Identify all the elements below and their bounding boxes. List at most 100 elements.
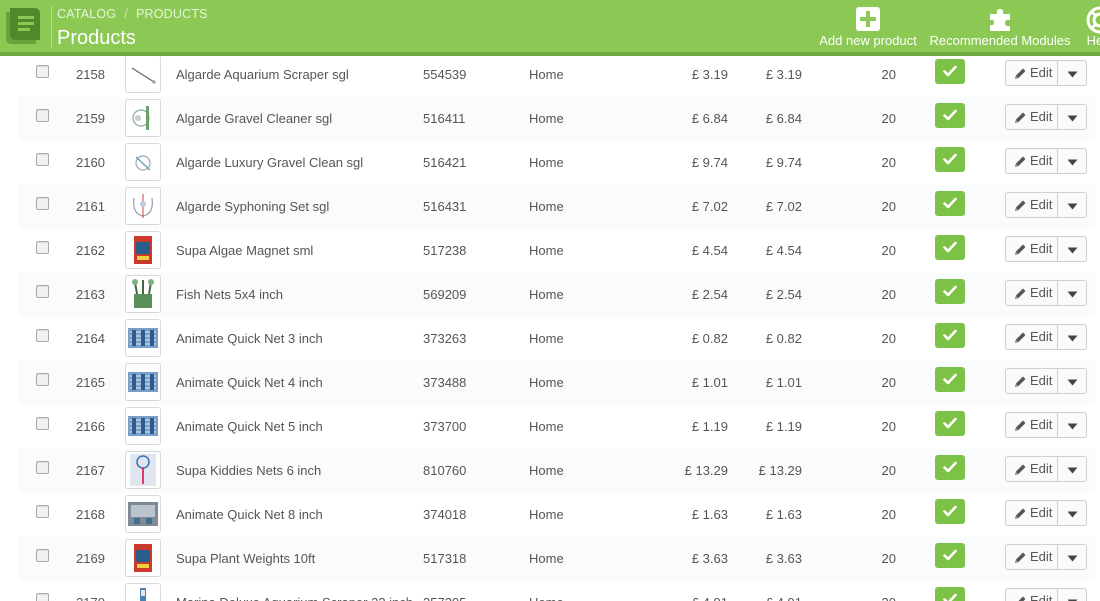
row-select-checkbox[interactable]: [36, 197, 49, 210]
status-enabled-toggle[interactable]: [935, 103, 965, 128]
edit-button[interactable]: Edit: [1005, 60, 1058, 86]
product-final-price: £ 1.01: [765, 375, 802, 390]
edit-button[interactable]: Edit: [1005, 280, 1058, 306]
product-category: Home: [529, 375, 564, 390]
row-select-checkbox[interactable]: [36, 241, 49, 254]
status-enabled-toggle[interactable]: [935, 587, 965, 601]
edit-button[interactable]: Edit: [1005, 588, 1058, 601]
status-enabled-toggle[interactable]: [935, 367, 965, 392]
row-actions-dropdown-button[interactable]: [1057, 324, 1087, 350]
product-base-price: £ 13.29: [684, 463, 728, 478]
status-enabled-toggle[interactable]: [935, 323, 965, 348]
row-select-checkbox[interactable]: [36, 505, 49, 518]
add-new-product-label: Add new product: [819, 33, 917, 48]
caret-down-icon: [1067, 159, 1078, 166]
status-enabled-toggle[interactable]: [935, 235, 965, 260]
caret-down-icon: [1067, 379, 1078, 386]
row-select-checkbox[interactable]: [36, 373, 49, 386]
recommended-modules-button[interactable]: Recommended Modules: [928, 4, 1072, 50]
product-thumbnail: [125, 231, 161, 269]
product-category: Home: [529, 551, 564, 566]
edit-button[interactable]: Edit: [1005, 368, 1058, 394]
page-title: Products: [57, 27, 136, 49]
check-icon: [943, 65, 957, 77]
row-actions-dropdown-button[interactable]: [1057, 148, 1087, 174]
row-actions-dropdown-button[interactable]: [1057, 588, 1087, 601]
row-select-checkbox[interactable]: [36, 549, 49, 562]
breadcrumb-products[interactable]: PRODUCTS: [136, 7, 208, 21]
product-thumbnail: [125, 319, 161, 357]
status-enabled-toggle[interactable]: [935, 543, 965, 568]
row-actions-dropdown-button[interactable]: [1057, 104, 1087, 130]
edit-button[interactable]: Edit: [1005, 412, 1058, 438]
status-enabled-toggle[interactable]: [935, 279, 965, 304]
edit-label: Edit: [1030, 373, 1053, 388]
table-row: 2165 Animate Quick Net 4 inch 373488 Hom…: [18, 361, 1095, 406]
edit-button[interactable]: Edit: [1005, 148, 1058, 174]
edit-button[interactable]: Edit: [1005, 236, 1058, 262]
row-actions-dropdown-button[interactable]: [1057, 368, 1087, 394]
status-enabled-toggle[interactable]: [935, 411, 965, 436]
row-select-checkbox[interactable]: [36, 329, 49, 342]
edit-button[interactable]: Edit: [1005, 324, 1058, 350]
status-enabled-toggle[interactable]: [935, 455, 965, 480]
product-quantity: 20: [881, 199, 896, 214]
status-enabled-toggle[interactable]: [935, 59, 965, 84]
product-id: 2166: [76, 419, 105, 434]
row-select-checkbox[interactable]: [36, 109, 49, 122]
row-actions-dropdown-button[interactable]: [1057, 60, 1087, 86]
product-reference: 810760: [423, 463, 467, 478]
breadcrumb-separator: /: [124, 7, 128, 21]
row-actions-dropdown-button[interactable]: [1057, 236, 1087, 262]
breadcrumb-catalog[interactable]: CATALOG: [57, 7, 116, 21]
row-select-checkbox[interactable]: [36, 461, 49, 474]
product-id: 2169: [76, 551, 105, 566]
edit-button[interactable]: Edit: [1005, 500, 1058, 526]
check-icon: [943, 505, 957, 517]
row-actions-dropdown-button[interactable]: [1057, 500, 1087, 526]
catalog-book-icon[interactable]: [0, 4, 46, 48]
row-select-checkbox[interactable]: [36, 593, 49, 601]
edit-button[interactable]: Edit: [1005, 104, 1058, 130]
table-row: 2170 Marina Deluxe Aquarium Scraper 22 i…: [18, 581, 1095, 601]
product-final-price: £ 3.19: [765, 67, 802, 82]
edit-button[interactable]: Edit: [1005, 456, 1058, 482]
caret-down-icon: [1067, 511, 1078, 518]
product-reference: 373700: [423, 419, 467, 434]
status-enabled-toggle[interactable]: [935, 147, 965, 172]
product-quantity: 20: [881, 287, 896, 302]
row-actions-dropdown-button[interactable]: [1057, 544, 1087, 570]
product-category: Home: [529, 581, 564, 601]
check-icon: [943, 109, 957, 121]
row-select-checkbox[interactable]: [36, 65, 49, 78]
product-base-price: £ 7.02: [691, 199, 728, 214]
caret-down-icon: [1067, 423, 1078, 430]
product-quantity: 20: [881, 243, 896, 258]
pencil-icon: [1015, 464, 1026, 475]
row-actions-dropdown-button[interactable]: [1057, 280, 1087, 306]
product-thumbnail: [125, 275, 161, 313]
pencil-icon: [1015, 332, 1026, 343]
status-enabled-toggle[interactable]: [935, 499, 965, 524]
top-header: CATALOG / PRODUCTS Products Add new produc…: [0, 0, 1100, 52]
row-select-checkbox[interactable]: [36, 153, 49, 166]
product-base-price: £ 1.19: [691, 419, 728, 434]
edit-button[interactable]: Edit: [1005, 192, 1058, 218]
row-select-checkbox[interactable]: [36, 285, 49, 298]
product-reference: 516431: [423, 199, 467, 214]
add-new-product-button[interactable]: Add new product: [816, 4, 920, 50]
row-actions-dropdown-button[interactable]: [1057, 412, 1087, 438]
check-icon: [943, 241, 957, 253]
status-enabled-toggle[interactable]: [935, 191, 965, 216]
pencil-icon: [1015, 288, 1026, 299]
products-table: 2158 Algarde Aquarium Scraper sgl 554539…: [18, 56, 1095, 601]
check-icon: [943, 285, 957, 297]
check-icon: [943, 461, 957, 473]
help-button[interactable]: Help: [1080, 4, 1100, 50]
row-actions-dropdown-button[interactable]: [1057, 456, 1087, 482]
edit-button[interactable]: Edit: [1005, 544, 1058, 570]
row-actions-dropdown-button[interactable]: [1057, 192, 1087, 218]
row-select-checkbox[interactable]: [36, 417, 49, 430]
product-category: Home: [529, 419, 564, 434]
edit-label: Edit: [1030, 417, 1053, 432]
